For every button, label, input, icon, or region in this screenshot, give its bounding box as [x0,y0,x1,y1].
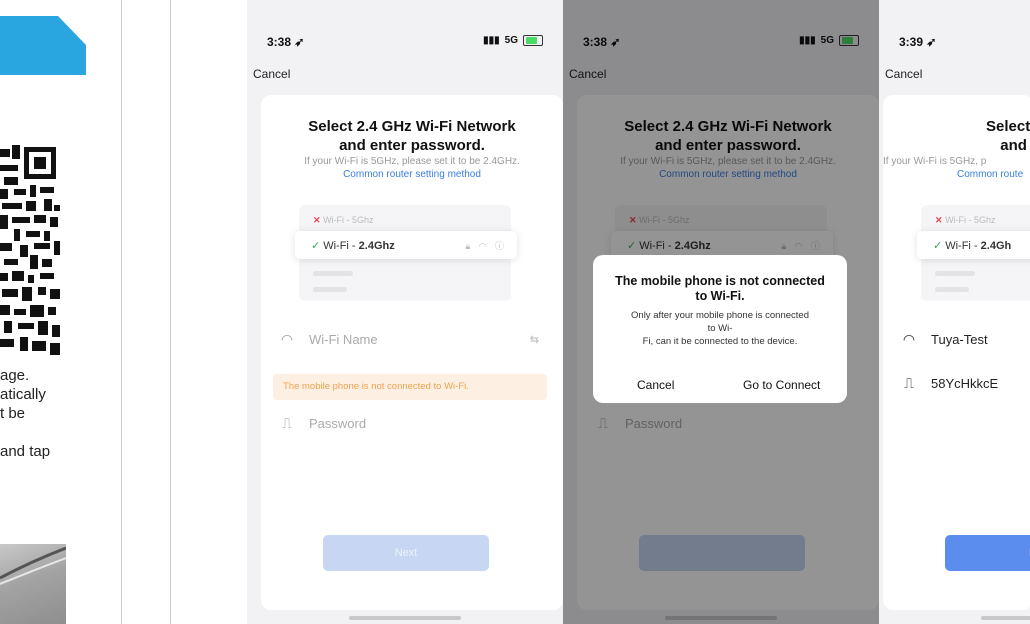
status-icons: ▮▮▮ 5G [483,35,543,46]
switch-network-icon[interactable]: ⇆ [530,333,539,346]
status-time: 3:39 ➶ [899,35,937,49]
wifi-24g-row: ✓ Wi-Fi - 2.4Gh [917,231,1030,259]
wifi-5g-row: ✕ Wi-Fi - 5Ghz [313,215,374,225]
wifi-name-value: Tuya-Test [931,332,988,347]
qr-code [0,145,60,355]
cancel-button[interactable]: Cancel [253,67,290,81]
wifi-icon: ◠ [280,331,294,347]
signal-icon: ▮▮▮ [483,35,500,46]
check-icon: ✓ [933,240,943,252]
cancel-button[interactable]: Cancel [885,67,922,81]
placeholder-line [313,271,353,276]
wifi-name-placeholder: Wi-Fi Name [309,332,378,347]
router-setting-link[interactable]: Common route [957,169,1023,180]
dialog-title: The mobile phone is not connected to Wi-… [615,274,825,303]
device-photo [0,544,66,624]
page-title: Select 2.4 GH and enter [986,118,1030,154]
password-field[interactable]: ⎍ 58YcHkkcE [901,375,998,392]
page-title: Select 2.4 GHz Wi-Fi Network and enter p… [308,118,516,154]
placeholder-line [935,287,969,292]
wifi-24g-row: ✓ Wi-Fi - 2.4Ghz 🔒︎ ◠ ⓘ [295,231,517,259]
go-to-connect-button[interactable]: Go to Connect [743,378,820,392]
wifi-name-field[interactable]: ◠ Wi-Fi Name ⇆ [279,331,539,348]
check-icon: ✓ [311,240,321,252]
subtitle-text: If your Wi-Fi is 5GHz, please set it to … [304,156,520,167]
warning-banner: The mobile phone is not connected to Wi-… [273,374,547,400]
wifi-icon: ◠ [902,331,916,347]
wifi-5g-row: ✕ Wi-Fi - 5Ghz [935,215,996,225]
placeholder-line [935,271,975,276]
next-button[interactable]: N [945,535,1030,571]
phone-screen-3: 3:39 ➶ Cancel Select 2.4 GH and enter If… [879,0,1030,624]
manual-blue-tab [0,16,86,75]
wifi-name-field[interactable]: ◠ Tuya-Test [901,331,988,348]
home-indicator [981,616,1030,620]
network-label: 5G [504,35,518,46]
page-divider [170,0,171,624]
manual-instruction-text: age. atically t be and tap [0,367,51,460]
wifi-form-card: Select 2.4 GH and enter If your Wi-Fi is… [883,95,1030,610]
location-icon: ➶ [294,35,305,49]
password-placeholder: Password [309,416,367,431]
cross-icon: ✕ [935,215,943,225]
lock-icon: ⎍ [282,415,292,431]
status-time: 3:38 ➶ [267,35,305,49]
wifi-status-icons: 🔒︎ ◠ ⓘ [465,241,507,251]
wifi-illustration: ✕ Wi-Fi - 5Ghz ✓ Wi-Fi - 2.4Ghz 🔒︎ ◠ ⓘ [295,205,517,301]
password-field[interactable]: ⎍ Password [279,415,366,432]
dialog-cancel-button[interactable]: Cancel [637,378,674,392]
next-button[interactable]: Next [323,535,489,571]
wifi-form-card: Select 2.4 GHz Wi-Fi Network and enter p… [261,95,563,610]
battery-icon [523,35,543,46]
router-setting-link[interactable]: Common router setting method [261,169,563,180]
lock-icon: ⎍ [904,375,914,391]
placeholder-line [313,287,347,292]
wifi-alert-dialog: The mobile phone is not connected to Wi-… [593,255,847,403]
subtitle-text: If your Wi-Fi is 5GHz, p [883,156,987,167]
location-icon: ➶ [926,35,937,49]
wifi-illustration: ✕ Wi-Fi - 5Ghz ✓ Wi-Fi - 2.4Gh [917,205,1030,301]
password-value: 58YcHkkcE [931,376,999,391]
phone-screen-2: 3:38 ➶ ▮▮▮ 5G Cancel Select 2.4 GHz Wi-F… [563,0,879,624]
phone-screen-1: 3:38 ➶ ▮▮▮ 5G Cancel Select 2.4 GHz Wi-F… [247,0,563,624]
dialog-message: Only after your mobile phone is connecte… [631,310,809,347]
page-divider [121,0,122,624]
cross-icon: ✕ [313,215,321,225]
home-indicator [349,616,461,620]
